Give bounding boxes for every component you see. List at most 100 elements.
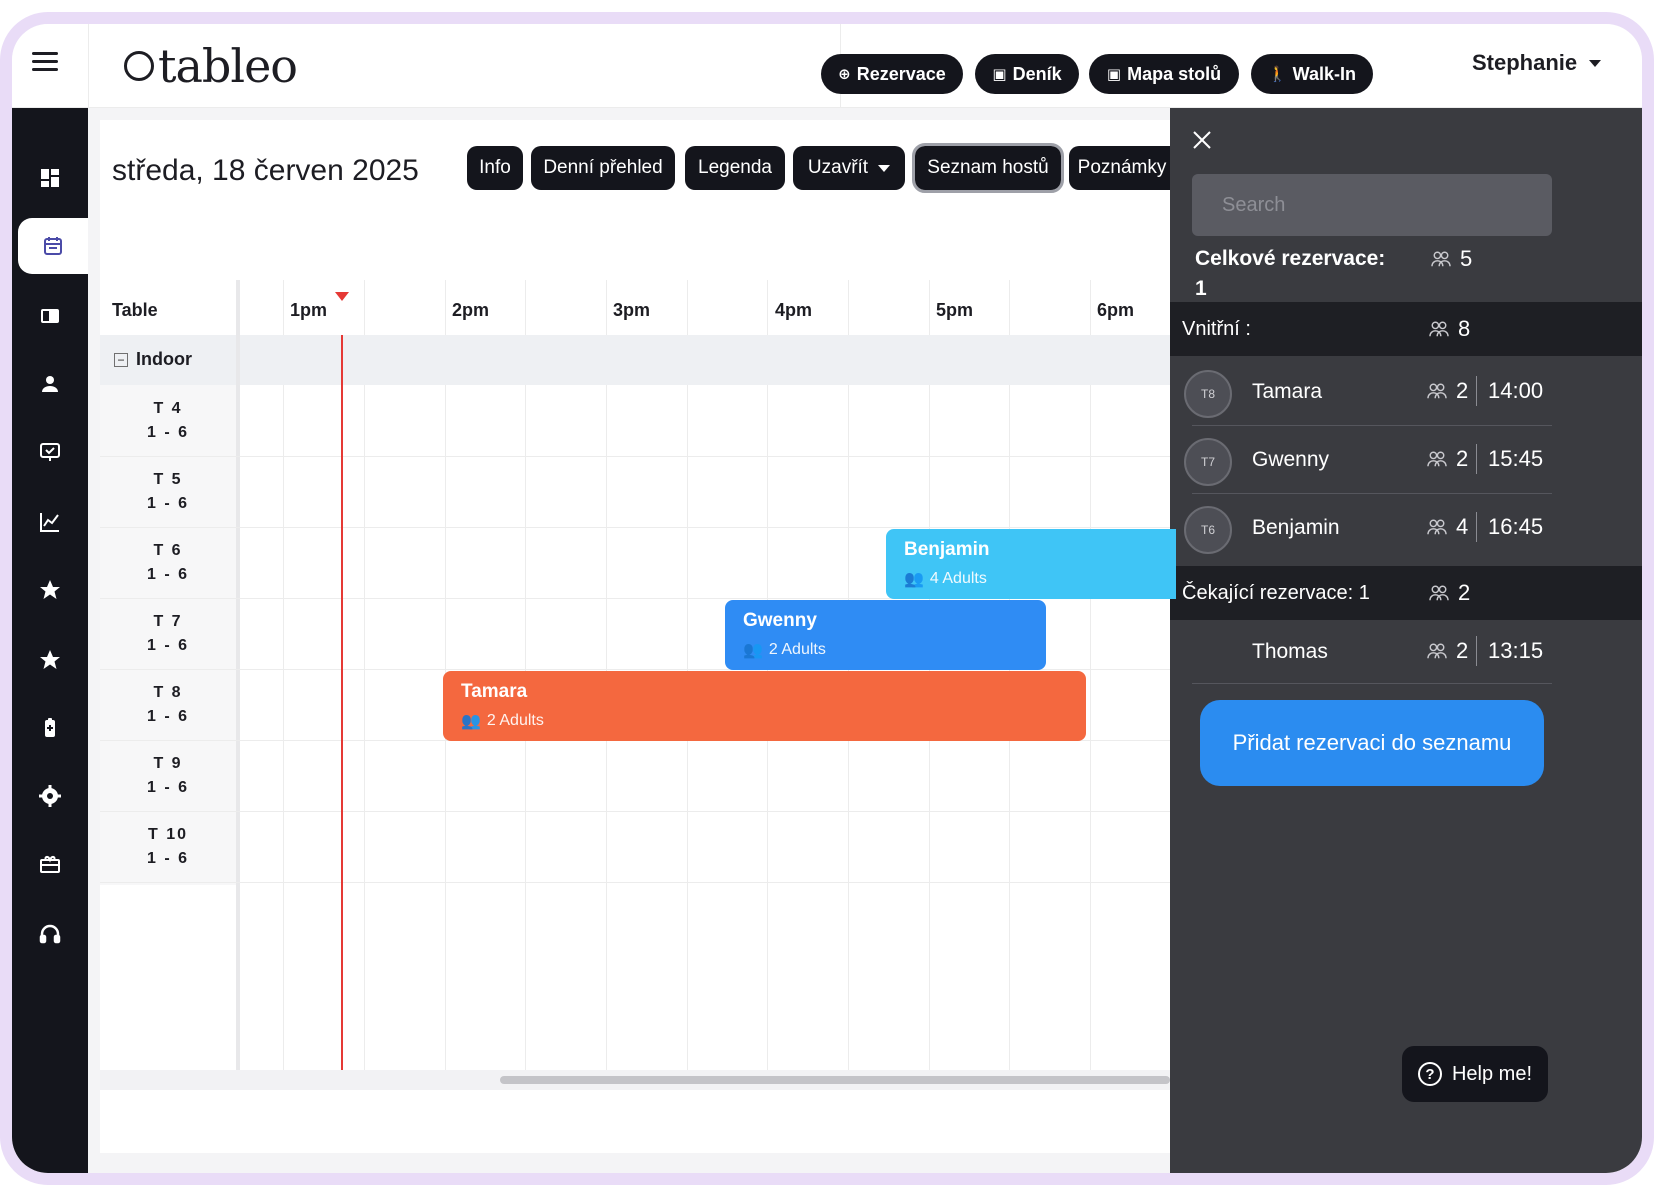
chart-icon bbox=[40, 513, 59, 532]
divider bbox=[1192, 683, 1552, 684]
checklist-icon bbox=[40, 443, 60, 461]
question-icon: ? bbox=[1417, 1062, 1442, 1086]
group-label: − Indoor bbox=[114, 349, 192, 370]
sidebar-item-clipboard[interactable] bbox=[12, 700, 88, 756]
notes-button[interactable]: Poznámky bbox=[1069, 146, 1175, 190]
time-label: 4pm bbox=[775, 300, 813, 320]
table-row-label[interactable]: T 6 1 - 6 bbox=[100, 539, 236, 587]
chevron-down-icon bbox=[878, 164, 891, 172]
sidebar-item-favorites[interactable] bbox=[12, 632, 88, 688]
guest-list-item[interactable]: T6 Benjamin 4 16:45 bbox=[1170, 494, 1642, 562]
headset-icon bbox=[39, 924, 61, 944]
count-value: 2 bbox=[1456, 446, 1469, 471]
divider bbox=[1476, 512, 1477, 542]
timeline-main: středa, 18 červen 2025 Info Denní přehle… bbox=[100, 120, 1176, 1153]
nav-rezervace-button[interactable]: ⊕ Rezervace bbox=[821, 54, 963, 94]
reservation-block-benjamin[interactable]: Benjamin 👥 4 Adults bbox=[886, 529, 1176, 599]
user-menu[interactable]: Stephanie bbox=[1472, 50, 1602, 76]
daily-overview-button[interactable]: Denní přehled bbox=[531, 146, 675, 190]
table-row-label[interactable]: T 5 1 - 6 bbox=[100, 468, 236, 516]
guest-time: 16:45 bbox=[1488, 514, 1544, 539]
nav-mapa-stolu-button[interactable]: ▣ Mapa stolů bbox=[1089, 54, 1239, 94]
guest-name: Thomas bbox=[1252, 640, 1328, 663]
guest-count: 2 bbox=[1426, 378, 1468, 404]
count-value: 5 bbox=[1460, 246, 1473, 271]
sidebar-item-gifts[interactable] bbox=[12, 836, 88, 892]
section-label: Čekající rezervace: 1 bbox=[1182, 582, 1370, 604]
hamburger-menu-icon[interactable] bbox=[32, 52, 58, 74]
button-label: Poznámky bbox=[1077, 157, 1167, 178]
divider bbox=[1476, 376, 1477, 406]
group-icon: 👥 bbox=[904, 571, 924, 588]
logo: tableo bbox=[124, 34, 298, 98]
button-label: Legenda bbox=[698, 157, 772, 178]
table-row-label[interactable]: T 8 1 - 6 bbox=[100, 681, 236, 729]
collapse-icon[interactable]: − bbox=[114, 352, 128, 367]
group-row-indoor[interactable]: − Indoor bbox=[100, 335, 1170, 385]
waiting-list-item[interactable]: Thomas 2 13:15 bbox=[1170, 622, 1642, 684]
legend-button[interactable]: Legenda bbox=[685, 146, 785, 190]
guest-list-item[interactable]: T8 Tamara 2 14:00 bbox=[1170, 358, 1642, 426]
reservation-name: Gwenny bbox=[743, 610, 817, 631]
divider bbox=[1476, 636, 1477, 666]
clipboard-icon bbox=[45, 718, 55, 737]
divider bbox=[1476, 444, 1477, 474]
info-button[interactable]: Info bbox=[467, 146, 523, 190]
sidebar-item-reviews[interactable] bbox=[12, 562, 88, 618]
reservation-block-tamara[interactable]: Tamara 👥 2 Adults bbox=[443, 671, 1086, 741]
table-badge: T7 bbox=[1184, 438, 1232, 486]
sidebar-item-reports[interactable] bbox=[12, 494, 88, 550]
table-row-label[interactable]: T 10 1 - 6 bbox=[100, 823, 236, 871]
nav-denik-button[interactable]: ▣ Deník bbox=[975, 54, 1079, 94]
sidebar-item-support[interactable] bbox=[12, 906, 88, 962]
table-capacity: 1 - 6 bbox=[146, 708, 189, 725]
guest-list-item[interactable]: T7 Gwenny 2 15:45 bbox=[1170, 426, 1642, 494]
button-label: Seznam hostů bbox=[927, 157, 1049, 178]
search-input[interactable] bbox=[1192, 174, 1552, 236]
table-row-label[interactable]: T 4 1 - 6 bbox=[100, 397, 236, 445]
calendar-icon bbox=[44, 237, 62, 255]
table-capacity: 1 - 6 bbox=[146, 850, 189, 867]
table-name: T 5 bbox=[153, 471, 183, 488]
nav-label: Mapa stolů bbox=[1127, 63, 1222, 84]
nav-walk-in-button[interactable]: 🚶 Walk-In bbox=[1251, 54, 1373, 94]
close-icon[interactable] bbox=[1190, 128, 1214, 152]
sidebar-item-tables[interactable] bbox=[12, 288, 88, 344]
page-title: středa, 18 červen 2025 bbox=[112, 154, 419, 187]
button-label: Denní přehled bbox=[543, 157, 663, 178]
table-row-label[interactable]: T 7 1 - 6 bbox=[100, 610, 236, 658]
reservation-block-gwenny[interactable]: Gwenny 👥 2 Adults bbox=[725, 600, 1046, 670]
row-line bbox=[100, 811, 1170, 812]
sidebar-item-settings[interactable] bbox=[12, 768, 88, 824]
chevron-down-icon bbox=[1589, 59, 1602, 67]
section-label: Vnitřní : bbox=[1182, 318, 1251, 340]
sidebar-item-guests[interactable] bbox=[12, 356, 88, 412]
section-count: 8 bbox=[1428, 316, 1470, 342]
gift-icon bbox=[40, 856, 60, 873]
guest-time: 15:45 bbox=[1488, 446, 1544, 471]
total-guests: 5 bbox=[1430, 246, 1472, 272]
count-value: 2 bbox=[1456, 638, 1469, 663]
sidebar-item-tasks[interactable] bbox=[12, 424, 88, 480]
sidebar-item-dashboard[interactable] bbox=[12, 150, 88, 206]
sidebar bbox=[12, 108, 88, 1173]
walking-icon: 🚶 bbox=[1267, 66, 1287, 83]
row-line bbox=[100, 882, 1170, 883]
plus-circle-icon: ⊕ bbox=[838, 66, 851, 83]
people-icon bbox=[1431, 251, 1451, 267]
add-reservation-button[interactable]: Přidat rezervaci do seznamu bbox=[1200, 700, 1544, 786]
guest-list-button[interactable]: Seznam hostů bbox=[912, 143, 1064, 193]
table-row-label[interactable]: T 9 1 - 6 bbox=[100, 752, 236, 800]
close-dropdown-button[interactable]: Uzavřít bbox=[793, 146, 905, 190]
scrollbar-thumb[interactable] bbox=[500, 1076, 1170, 1084]
grid-line bbox=[1090, 280, 1091, 1070]
total-label: Celkové rezervace: bbox=[1195, 247, 1386, 270]
section-waiting: Čekající rezervace: 1 2 bbox=[1170, 566, 1642, 620]
guest-time: 14:00 bbox=[1488, 378, 1544, 403]
people-icon bbox=[1429, 321, 1449, 337]
help-button[interactable]: ? Help me! bbox=[1402, 1046, 1548, 1102]
nav-label: Walk-In bbox=[1292, 63, 1357, 84]
guest-name: Tamara bbox=[1252, 380, 1323, 403]
time-label: 6pm bbox=[1097, 300, 1135, 320]
sidebar-item-calendar[interactable] bbox=[18, 218, 88, 274]
